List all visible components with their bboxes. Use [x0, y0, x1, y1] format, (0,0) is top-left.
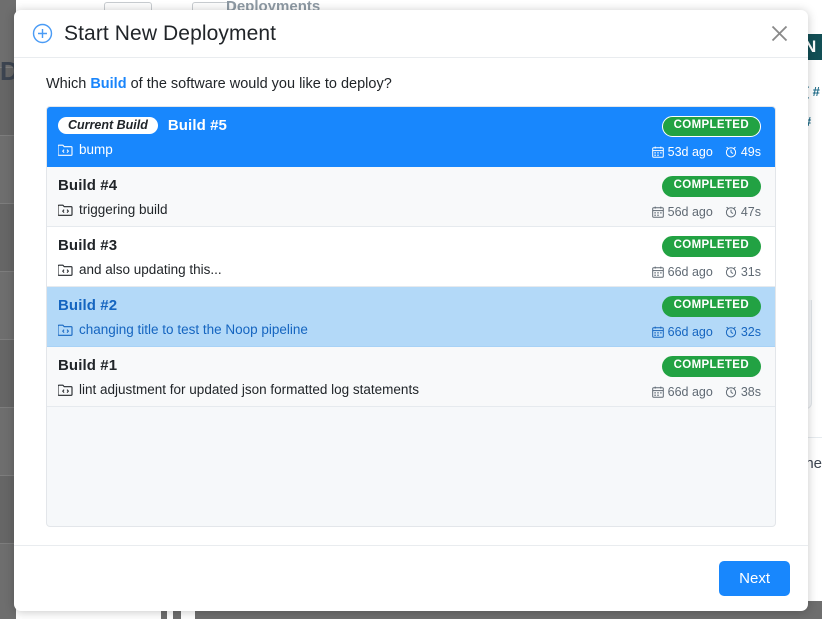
- stopwatch-icon: [725, 385, 737, 398]
- calendar-icon: [652, 386, 664, 398]
- build-row-status-area: COMPLETED 56d ago 47s: [652, 175, 761, 219]
- build-age-label: 66d ago: [668, 325, 713, 339]
- build-commit-message: lint adjustment for updated json formatt…: [79, 382, 419, 397]
- build-meta: 66d ago 38s: [652, 385, 761, 399]
- build-duration: 47s: [725, 205, 761, 219]
- build-row[interactable]: Build #4 triggering build COMPLETED 56d ago…: [47, 167, 775, 227]
- build-name: Build #3: [58, 237, 117, 254]
- status-badge: COMPLETED: [662, 176, 761, 197]
- build-row[interactable]: Current Build Build #5 bump COMPLETED 53d ag…: [47, 107, 775, 167]
- build-duration-label: 38s: [741, 385, 761, 399]
- build-meta: 53d ago 49s: [652, 145, 761, 159]
- build-row-status-area: COMPLETED 53d ago 49s: [652, 115, 761, 159]
- calendar-icon: [652, 266, 664, 278]
- build-name: Build #4: [58, 177, 117, 194]
- build-age-label: 56d ago: [668, 205, 713, 219]
- calendar-icon: [652, 206, 664, 218]
- build-duration: 31s: [725, 265, 761, 279]
- build-age: 66d ago: [652, 265, 713, 279]
- start-new-deployment-dialog: Start New Deployment Which Build of the …: [14, 10, 808, 611]
- build-duration-label: 32s: [741, 325, 761, 339]
- close-button[interactable]: [766, 21, 792, 47]
- status-badge: COMPLETED: [662, 116, 761, 137]
- next-button[interactable]: Next: [719, 561, 790, 596]
- build-meta: 56d ago 47s: [652, 205, 761, 219]
- question-keyword: Build: [90, 76, 126, 92]
- build-row-status-area: COMPLETED 66d ago 32s: [652, 295, 761, 339]
- build-meta: 66d ago 32s: [652, 325, 761, 339]
- build-row-status-area: COMPLETED 66d ago 31s: [652, 235, 761, 279]
- question-text: Which Build of the software would you li…: [46, 76, 790, 92]
- close-icon: [770, 24, 789, 43]
- build-name: Build #1: [58, 357, 117, 374]
- build-meta: 66d ago 31s: [652, 265, 761, 279]
- status-badge: COMPLETED: [662, 356, 761, 377]
- build-age: 66d ago: [652, 325, 713, 339]
- calendar-icon: [652, 326, 664, 338]
- build-row[interactable]: Build #1 lint adjustment for updated json…: [47, 347, 775, 407]
- build-age: 53d ago: [652, 145, 713, 159]
- build-age-label: 53d ago: [668, 145, 713, 159]
- dialog-footer: Next: [14, 545, 808, 611]
- build-duration: 49s: [725, 145, 761, 159]
- build-age-label: 66d ago: [668, 385, 713, 399]
- build-commit-message: and also updating this...: [79, 262, 222, 277]
- build-name: Build #5: [168, 117, 227, 134]
- stopwatch-icon: [725, 265, 737, 278]
- build-age-label: 66d ago: [668, 265, 713, 279]
- build-duration-label: 31s: [741, 265, 761, 279]
- folder-code-icon: [58, 263, 73, 276]
- dialog-header: Start New Deployment: [14, 10, 808, 58]
- build-duration: 38s: [725, 385, 761, 399]
- build-name: Build #2: [58, 297, 117, 314]
- stopwatch-icon: [725, 205, 737, 218]
- plus-circle-icon: [32, 23, 53, 44]
- build-row[interactable]: Build #2 changing title to test the Noop …: [47, 287, 775, 347]
- folder-code-icon: [58, 203, 73, 216]
- stopwatch-icon: [725, 145, 737, 158]
- status-badge: COMPLETED: [662, 296, 761, 317]
- dialog-body: Which Build of the software would you li…: [14, 58, 808, 527]
- build-row[interactable]: Build #3 and also updating this... COMPLET…: [47, 227, 775, 287]
- question-suffix: of the software would you like to deploy…: [127, 76, 392, 92]
- stopwatch-icon: [725, 325, 737, 338]
- build-commit-message: changing title to test the Noop pipeline: [79, 322, 308, 337]
- build-commit-message: bump: [79, 142, 113, 157]
- build-duration-label: 49s: [741, 145, 761, 159]
- build-age: 66d ago: [652, 385, 713, 399]
- build-list[interactable]: Current Build Build #5 bump COMPLETED 53d ag…: [46, 106, 776, 527]
- build-duration-label: 47s: [741, 205, 761, 219]
- folder-code-icon: [58, 323, 73, 336]
- dialog-title: Start New Deployment: [64, 22, 766, 46]
- build-age: 56d ago: [652, 205, 713, 219]
- build-row-status-area: COMPLETED 66d ago 38s: [652, 355, 761, 399]
- folder-code-icon: [58, 383, 73, 396]
- calendar-icon: [652, 146, 664, 158]
- build-commit-message: triggering build: [79, 202, 168, 217]
- status-badge: COMPLETED: [662, 236, 761, 257]
- build-duration: 32s: [725, 325, 761, 339]
- question-prefix: Which: [46, 76, 90, 92]
- current-build-badge: Current Build: [58, 117, 158, 135]
- folder-code-icon: [58, 143, 73, 156]
